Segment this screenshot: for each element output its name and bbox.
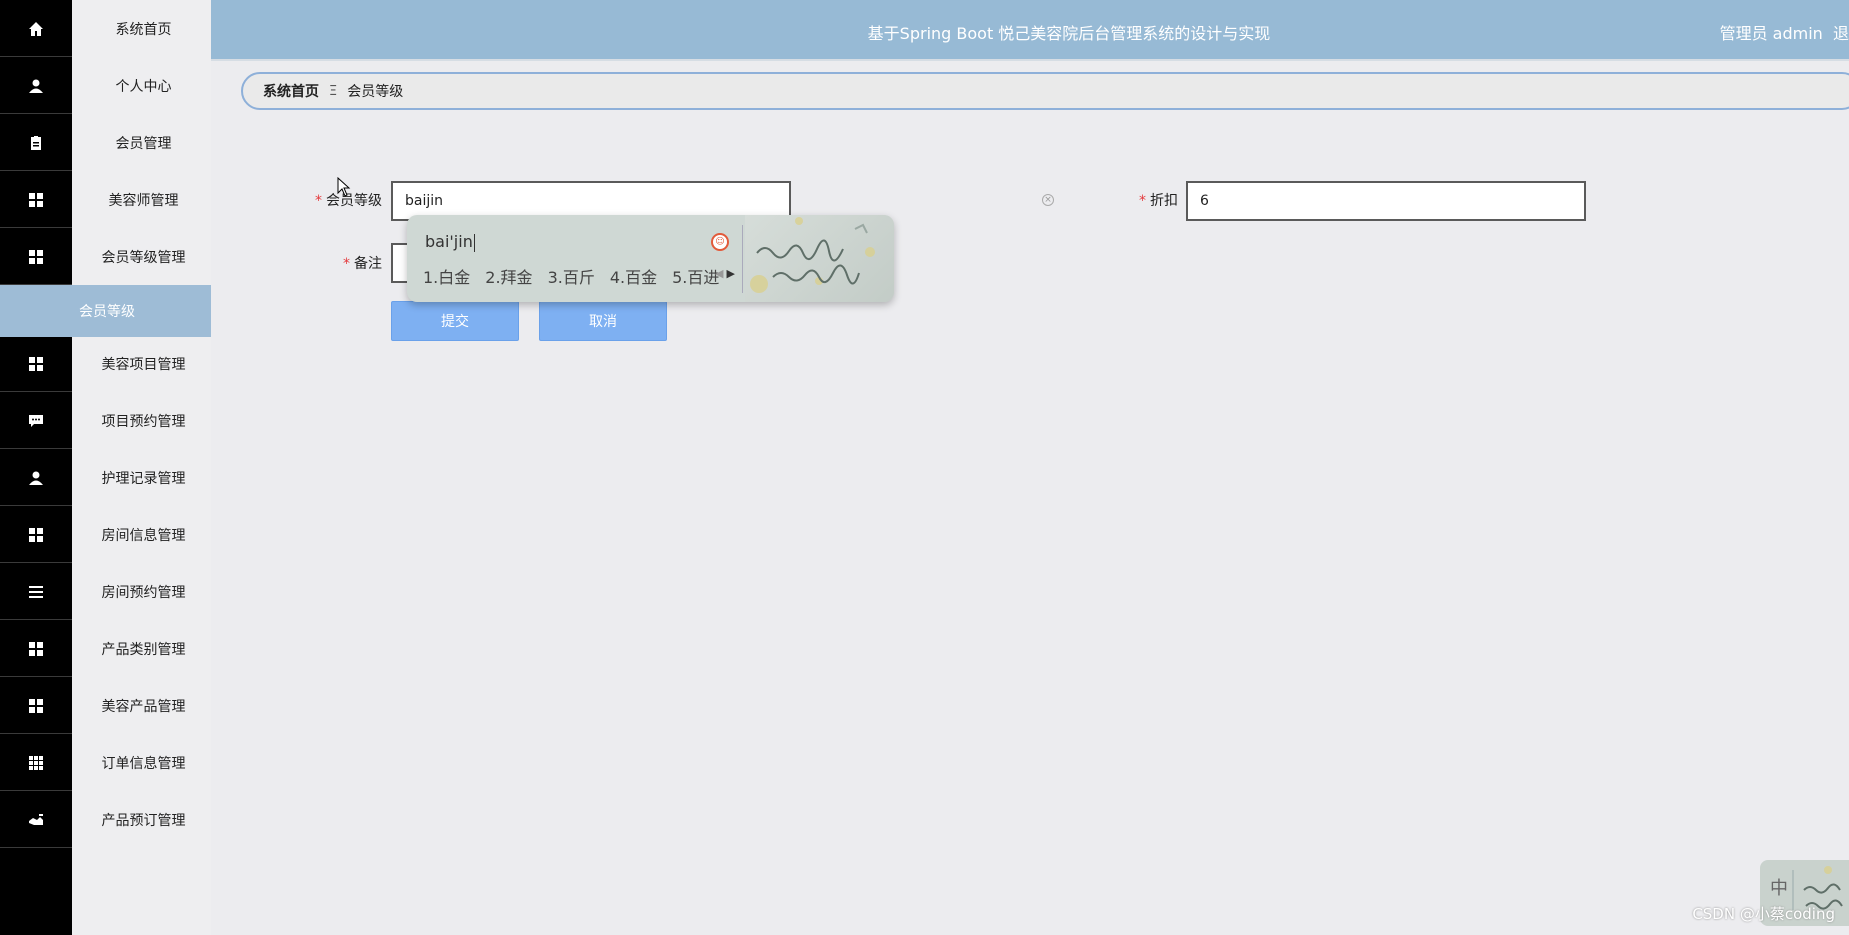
submenu-item-member-level[interactable]: 会员等级 [0, 285, 211, 337]
sidebar-item-label: 房间信息管理 [101, 528, 186, 544]
sidebar-item-label: 项目预约管理 [101, 414, 186, 430]
ime-candidate[interactable]: 1.白金 [423, 264, 470, 288]
sidebar-item-label: 美容产品管理 [101, 699, 186, 715]
sidebar-item[interactable]: 产品类别管理 [0, 621, 211, 677]
sidebar-item[interactable]: 美容产品管理 [0, 678, 211, 734]
sidebar-item-label: 护理记录管理 [101, 471, 186, 487]
page-title: 基于Spring Boot 悦己美容院后台管理系统的设计与实现 [867, 24, 1271, 43]
breadcrumb: 系统首页 Ξ 会员等级 [241, 72, 1849, 110]
grid-icon [0, 678, 72, 734]
sidebar-item-label: 个人中心 [115, 79, 172, 95]
sidebar-item-label: 美容师管理 [108, 193, 179, 209]
sidebar-item[interactable]: 会员等级管理 [0, 229, 211, 285]
ime-candidate-popup: bai'jin ☺ 1.白金 2.拜金 3.百斤 4.百金 5.百进 ◀ ▶ [407, 215, 894, 302]
mouse-cursor-icon [337, 177, 351, 197]
ime-next-icon: ▶ [726, 267, 735, 280]
logout-link[interactable]: 退 [1833, 24, 1849, 43]
submit-button[interactable]: 提交 [391, 301, 519, 341]
sidebar-item-label: 系统首页 [115, 22, 172, 38]
sidebar-item[interactable]: 护理记录管理 [0, 450, 211, 506]
sidebar-item[interactable]: 产品预订管理 [0, 792, 211, 848]
sidebar-item[interactable]: 项目预约管理 [0, 393, 211, 449]
ime-skin-art [745, 215, 894, 302]
clear-icon[interactable]: × [1042, 194, 1054, 206]
sidebar-item-label: 会员管理 [115, 136, 172, 152]
sidebar-item-label: 会员等级管理 [101, 250, 186, 266]
sidebar-item[interactable]: 会员管理 [0, 115, 211, 171]
remark-label: * 备注 [343, 256, 382, 272]
watermark: CSDN @小蔡coding [1692, 905, 1835, 923]
discount-label: * 折扣 [1139, 193, 1178, 209]
breadcrumb-current: 会员等级 [347, 84, 404, 100]
cancel-button[interactable]: 取消 [539, 301, 667, 341]
sidebar-item-label: 产品预订管理 [101, 813, 186, 829]
discount-input[interactable] [1186, 181, 1586, 221]
sidebar-item[interactable]: 美容项目管理 [0, 336, 211, 392]
ime-prev-icon: ◀ [715, 267, 724, 280]
user-icon [0, 58, 72, 114]
list-icon [0, 564, 72, 620]
grid-icon [0, 229, 72, 285]
sidebar-item-label: 美容项目管理 [101, 357, 186, 373]
ime-candidate-list: 1.白金 2.拜金 3.百斤 4.百金 5.百进 [423, 264, 719, 288]
table-icon [0, 735, 72, 791]
ime-page-arrows[interactable]: ◀ ▶ [715, 267, 735, 280]
grid-icon [0, 507, 72, 563]
ime-emoji-icon[interactable]: ☺ [711, 233, 729, 251]
ime-candidate[interactable]: 2.拜金 [485, 264, 532, 288]
sidebar-item[interactable]: 个人中心 [0, 58, 211, 114]
sidebar-item-label: 订单信息管理 [101, 756, 186, 772]
home-icon [0, 1, 72, 57]
handshake-icon [0, 792, 72, 848]
ime-divider [742, 225, 743, 293]
clipboard-icon [0, 115, 72, 171]
sidebar: 系统首页个人中心会员管理美容师管理会员等级管理 美容项目管理 项目预约管理 护理记录管… [0, 0, 211, 935]
sidebar-item-label: 房间预约管理 [101, 585, 186, 601]
chat-icon [0, 393, 72, 449]
sidebar-item[interactable]: 房间信息管理 [0, 507, 211, 563]
user-name: 管理员 admin [1719, 24, 1823, 43]
grid-icon [0, 336, 72, 392]
sidebar-item[interactable]: 订单信息管理 [0, 735, 211, 791]
grid-icon [0, 172, 72, 228]
ime-candidate[interactable]: 5.百进 [672, 264, 719, 288]
submenu-item-label: 会员等级 [79, 304, 135, 320]
ime-candidate[interactable]: 3.百斤 [548, 264, 595, 288]
user-icon [0, 450, 72, 506]
user-info: 管理员 admin 退 [1720, 20, 1849, 44]
sidebar-item[interactable]: 系统首页 [0, 1, 211, 57]
sidebar-item-label: 产品类别管理 [101, 642, 186, 658]
breadcrumb-home[interactable]: 系统首页 [263, 81, 319, 101]
ime-candidate[interactable]: 4.百金 [610, 264, 657, 288]
ime-calligraphy-graphic [756, 223, 868, 285]
sidebar-item[interactable]: 房间预约管理 [0, 564, 211, 620]
ime-composition: bai'jin [425, 232, 473, 251]
breadcrumb-separator: Ξ [329, 83, 338, 99]
top-header: 基于Spring Boot 悦己美容院后台管理系统的设计与实现 管理员 admi… [211, 0, 1849, 61]
sidebar-item[interactable]: 美容师管理 [0, 172, 211, 228]
grid-icon [0, 621, 72, 677]
